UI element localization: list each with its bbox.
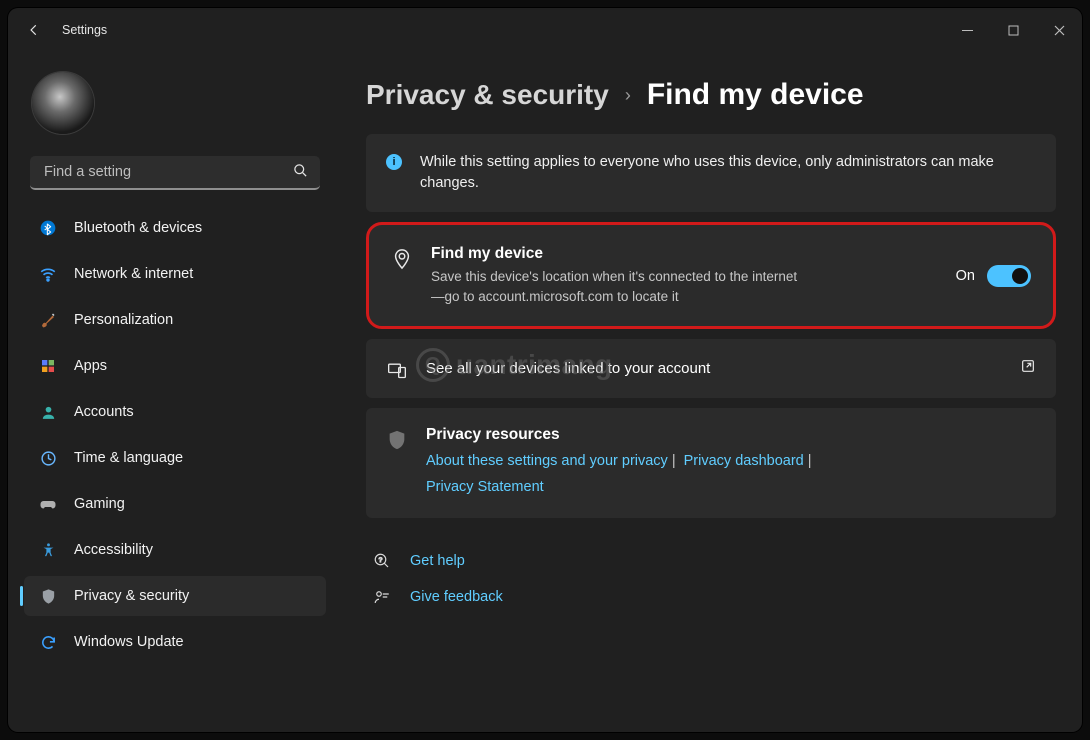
get-help-link[interactable]: ? Get help bbox=[372, 552, 1050, 570]
sidebar-item-label: Personalization bbox=[74, 312, 173, 328]
privacy-resources-title: Privacy resources bbox=[426, 426, 816, 444]
avatar bbox=[32, 72, 94, 134]
bluetooth-icon bbox=[38, 218, 58, 238]
titlebar: Settings bbox=[8, 8, 1082, 52]
location-pin-icon bbox=[391, 245, 413, 270]
sidebar-item-network[interactable]: Network & internet bbox=[24, 254, 326, 294]
sidebar-item-label: Time & language bbox=[74, 450, 183, 466]
clock-globe-icon bbox=[38, 448, 58, 468]
sidebar-item-personalization[interactable]: Personalization bbox=[24, 300, 326, 340]
sidebar-item-label: Gaming bbox=[74, 496, 125, 512]
sidebar-item-accounts[interactable]: Accounts bbox=[24, 392, 326, 432]
open-external-icon bbox=[1020, 358, 1036, 379]
devices-icon bbox=[386, 357, 408, 380]
user-profile[interactable] bbox=[14, 62, 336, 152]
back-button[interactable] bbox=[26, 22, 42, 38]
link-privacy-statement[interactable]: Privacy Statement bbox=[426, 479, 544, 495]
search-box bbox=[30, 156, 320, 190]
search-input[interactable] bbox=[30, 156, 320, 190]
sidebar-item-label: Network & internet bbox=[74, 266, 193, 282]
get-help-label: Get help bbox=[410, 553, 465, 569]
settings-window: Settings bbox=[8, 8, 1082, 732]
shield-outline-icon bbox=[386, 426, 408, 451]
page-title: Find my device bbox=[647, 78, 864, 112]
link-privacy-dashboard[interactable]: Privacy dashboard bbox=[684, 453, 804, 469]
sidebar-nav: Bluetooth & devices Network & internet P… bbox=[14, 204, 336, 666]
wifi-icon bbox=[38, 264, 58, 284]
find-my-device-toggle[interactable] bbox=[987, 265, 1031, 287]
apps-icon bbox=[38, 356, 58, 376]
help-icon: ? bbox=[372, 552, 392, 570]
toggle-state-label: On bbox=[956, 268, 975, 284]
sidebar-item-gaming[interactable]: Gaming bbox=[24, 484, 326, 524]
user-icon bbox=[38, 402, 58, 422]
sidebar-item-apps[interactable]: Apps bbox=[24, 346, 326, 386]
chevron-right-icon: › bbox=[625, 85, 631, 106]
close-button[interactable] bbox=[1036, 14, 1082, 46]
app-title: Settings bbox=[62, 23, 107, 37]
sidebar-item-label: Accounts bbox=[74, 404, 134, 420]
main-content: Privacy & security › Find my device i Wh… bbox=[338, 52, 1082, 732]
sidebar-item-accessibility[interactable]: Accessibility bbox=[24, 530, 326, 570]
info-banner: i While this setting applies to everyone… bbox=[366, 134, 1056, 212]
sidebar-item-label: Apps bbox=[74, 358, 107, 374]
accessibility-icon bbox=[38, 540, 58, 560]
minimize-button[interactable] bbox=[944, 14, 990, 46]
info-banner-text: While this setting applies to everyone w… bbox=[420, 152, 1036, 194]
sidebar-item-update[interactable]: Windows Update bbox=[24, 622, 326, 662]
maximize-button[interactable] bbox=[990, 14, 1036, 46]
sidebar: Bluetooth & devices Network & internet P… bbox=[8, 52, 338, 732]
find-my-device-card: Find my device Save this device's locati… bbox=[366, 222, 1056, 329]
linked-devices-row[interactable]: See all your devices linked to your acco… bbox=[366, 339, 1056, 398]
shield-icon bbox=[38, 586, 58, 606]
gaming-icon bbox=[38, 494, 58, 514]
sidebar-item-label: Windows Update bbox=[74, 634, 184, 650]
give-feedback-link[interactable]: Give feedback bbox=[372, 588, 1050, 606]
sidebar-item-label: Accessibility bbox=[74, 542, 153, 558]
update-icon bbox=[38, 632, 58, 652]
breadcrumb-parent[interactable]: Privacy & security bbox=[366, 79, 609, 111]
sidebar-item-privacy[interactable]: Privacy & security bbox=[24, 576, 326, 616]
find-my-device-description: Save this device's location when it's co… bbox=[431, 267, 801, 306]
linked-devices-label: See all your devices linked to your acco… bbox=[426, 360, 710, 377]
give-feedback-label: Give feedback bbox=[410, 589, 503, 605]
svg-text:?: ? bbox=[379, 557, 383, 564]
privacy-resources-card: Privacy resources About these settings a… bbox=[366, 408, 1056, 518]
sidebar-item-label: Privacy & security bbox=[74, 588, 189, 604]
breadcrumb: Privacy & security › Find my device bbox=[366, 78, 1056, 112]
sidebar-item-bluetooth[interactable]: Bluetooth & devices bbox=[24, 208, 326, 248]
find-my-device-title: Find my device bbox=[431, 245, 801, 263]
feedback-icon bbox=[372, 588, 392, 606]
info-icon: i bbox=[386, 154, 402, 170]
link-about-settings[interactable]: About these settings and your privacy bbox=[426, 453, 668, 469]
paintbrush-icon bbox=[38, 310, 58, 330]
sidebar-item-label: Bluetooth & devices bbox=[74, 220, 202, 236]
sidebar-item-time[interactable]: Time & language bbox=[24, 438, 326, 478]
